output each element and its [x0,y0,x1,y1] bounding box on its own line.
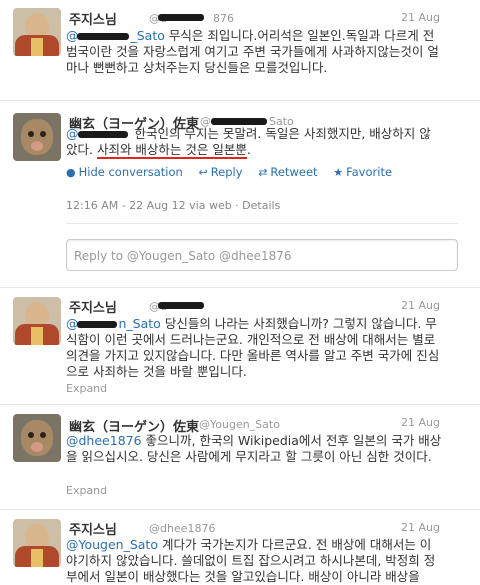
star-icon: ★ [333,166,344,179]
mention-link[interactable]: @Yougen_Sato [66,537,158,552]
retweet-icon: ⇄ [258,166,268,179]
user-handle[interactable]: @dhee1876 [149,522,215,535]
tweet-timestamp-meta[interactable]: 12:16 AM - 22 Aug 12 via web · Details [66,199,280,212]
reply-icon: ↩ [198,166,208,179]
tweet-date[interactable]: 21 Aug [401,11,440,24]
user-avatar[interactable] [13,297,61,345]
tweet-5[interactable]: 주지스님 @dhee1876 21 Aug @Yougen_Sato 계다가 국… [0,509,480,584]
tweet-text: @Yougen_Sato 계다가 국가논지가 다르군요. 전 배상에 대해서는 … [66,537,436,584]
reply-button[interactable]: ↩ Reply [198,165,242,179]
hide-conversation-link[interactable]: ● Hide conversation [66,165,183,179]
tweet-2-expanded[interactable]: 幽玄（ヨーゲン）佐東 @ Sato @ 한국인의 무지는 못말려. 독일은 사죄했… [0,100,480,286]
tweet-text: @ n_Sato 당신들의 나라는 사죄했습니까? 그렇지 않습니다. 무식함이 … [66,316,440,379]
redaction-mark [158,14,204,21]
tweet-actions: ● Hide conversation ↩ Reply ⇄ Retweet ★ Favo… [66,165,404,179]
tweet-date[interactable]: 21 Aug [401,521,440,534]
conversation-icon: ● [66,166,76,179]
favorite-button[interactable]: ★ Favorite [333,165,392,179]
mention-link[interactable]: @dhee1876 [66,433,142,448]
divider [66,223,458,224]
redaction-mark [78,131,128,138]
user-avatar[interactable] [13,113,61,161]
tweet-3[interactable]: 주지스님 @d 21 Aug @n_Sato 당신들의 나라는 사죄했습니까? … [0,287,480,400]
user-avatar[interactable] [13,519,61,567]
tweet-text: @dhee1876 좋으니까, 한국의 Wikipedia에서 전후 일본의 국… [66,433,442,464]
redaction-mark [211,118,267,125]
redaction-mark [77,33,129,40]
expand-link[interactable]: Expand [66,382,107,395]
redaction-mark [77,321,117,328]
user-avatar[interactable] [13,414,61,462]
user-name[interactable]: 주지스님 [69,519,117,538]
reply-input[interactable]: Reply to @Yougen_Sato @dhee1876 [66,239,458,271]
user-handle[interactable]: @Yougen_Sato [199,418,280,431]
tweet-4[interactable]: 幽玄（ヨーゲン）佐東 @Yougen_Sato 21 Aug @dhee1876… [0,404,480,508]
expand-link[interactable]: Expand [66,484,107,497]
tweet-date[interactable]: 21 Aug [401,416,440,429]
user-avatar[interactable] [13,8,61,56]
tweet-1[interactable]: 주지스님 @d876 21 Aug @_Sato 무식은 죄입니다.어리석은 일… [0,0,480,100]
user-name[interactable]: 주지스님 [69,297,117,316]
retweet-button[interactable]: ⇄ Retweet [258,165,317,179]
tweet-date[interactable]: 21 Aug [401,299,440,312]
redaction-mark [158,302,204,309]
user-name[interactable]: 주지스님 [69,9,117,28]
